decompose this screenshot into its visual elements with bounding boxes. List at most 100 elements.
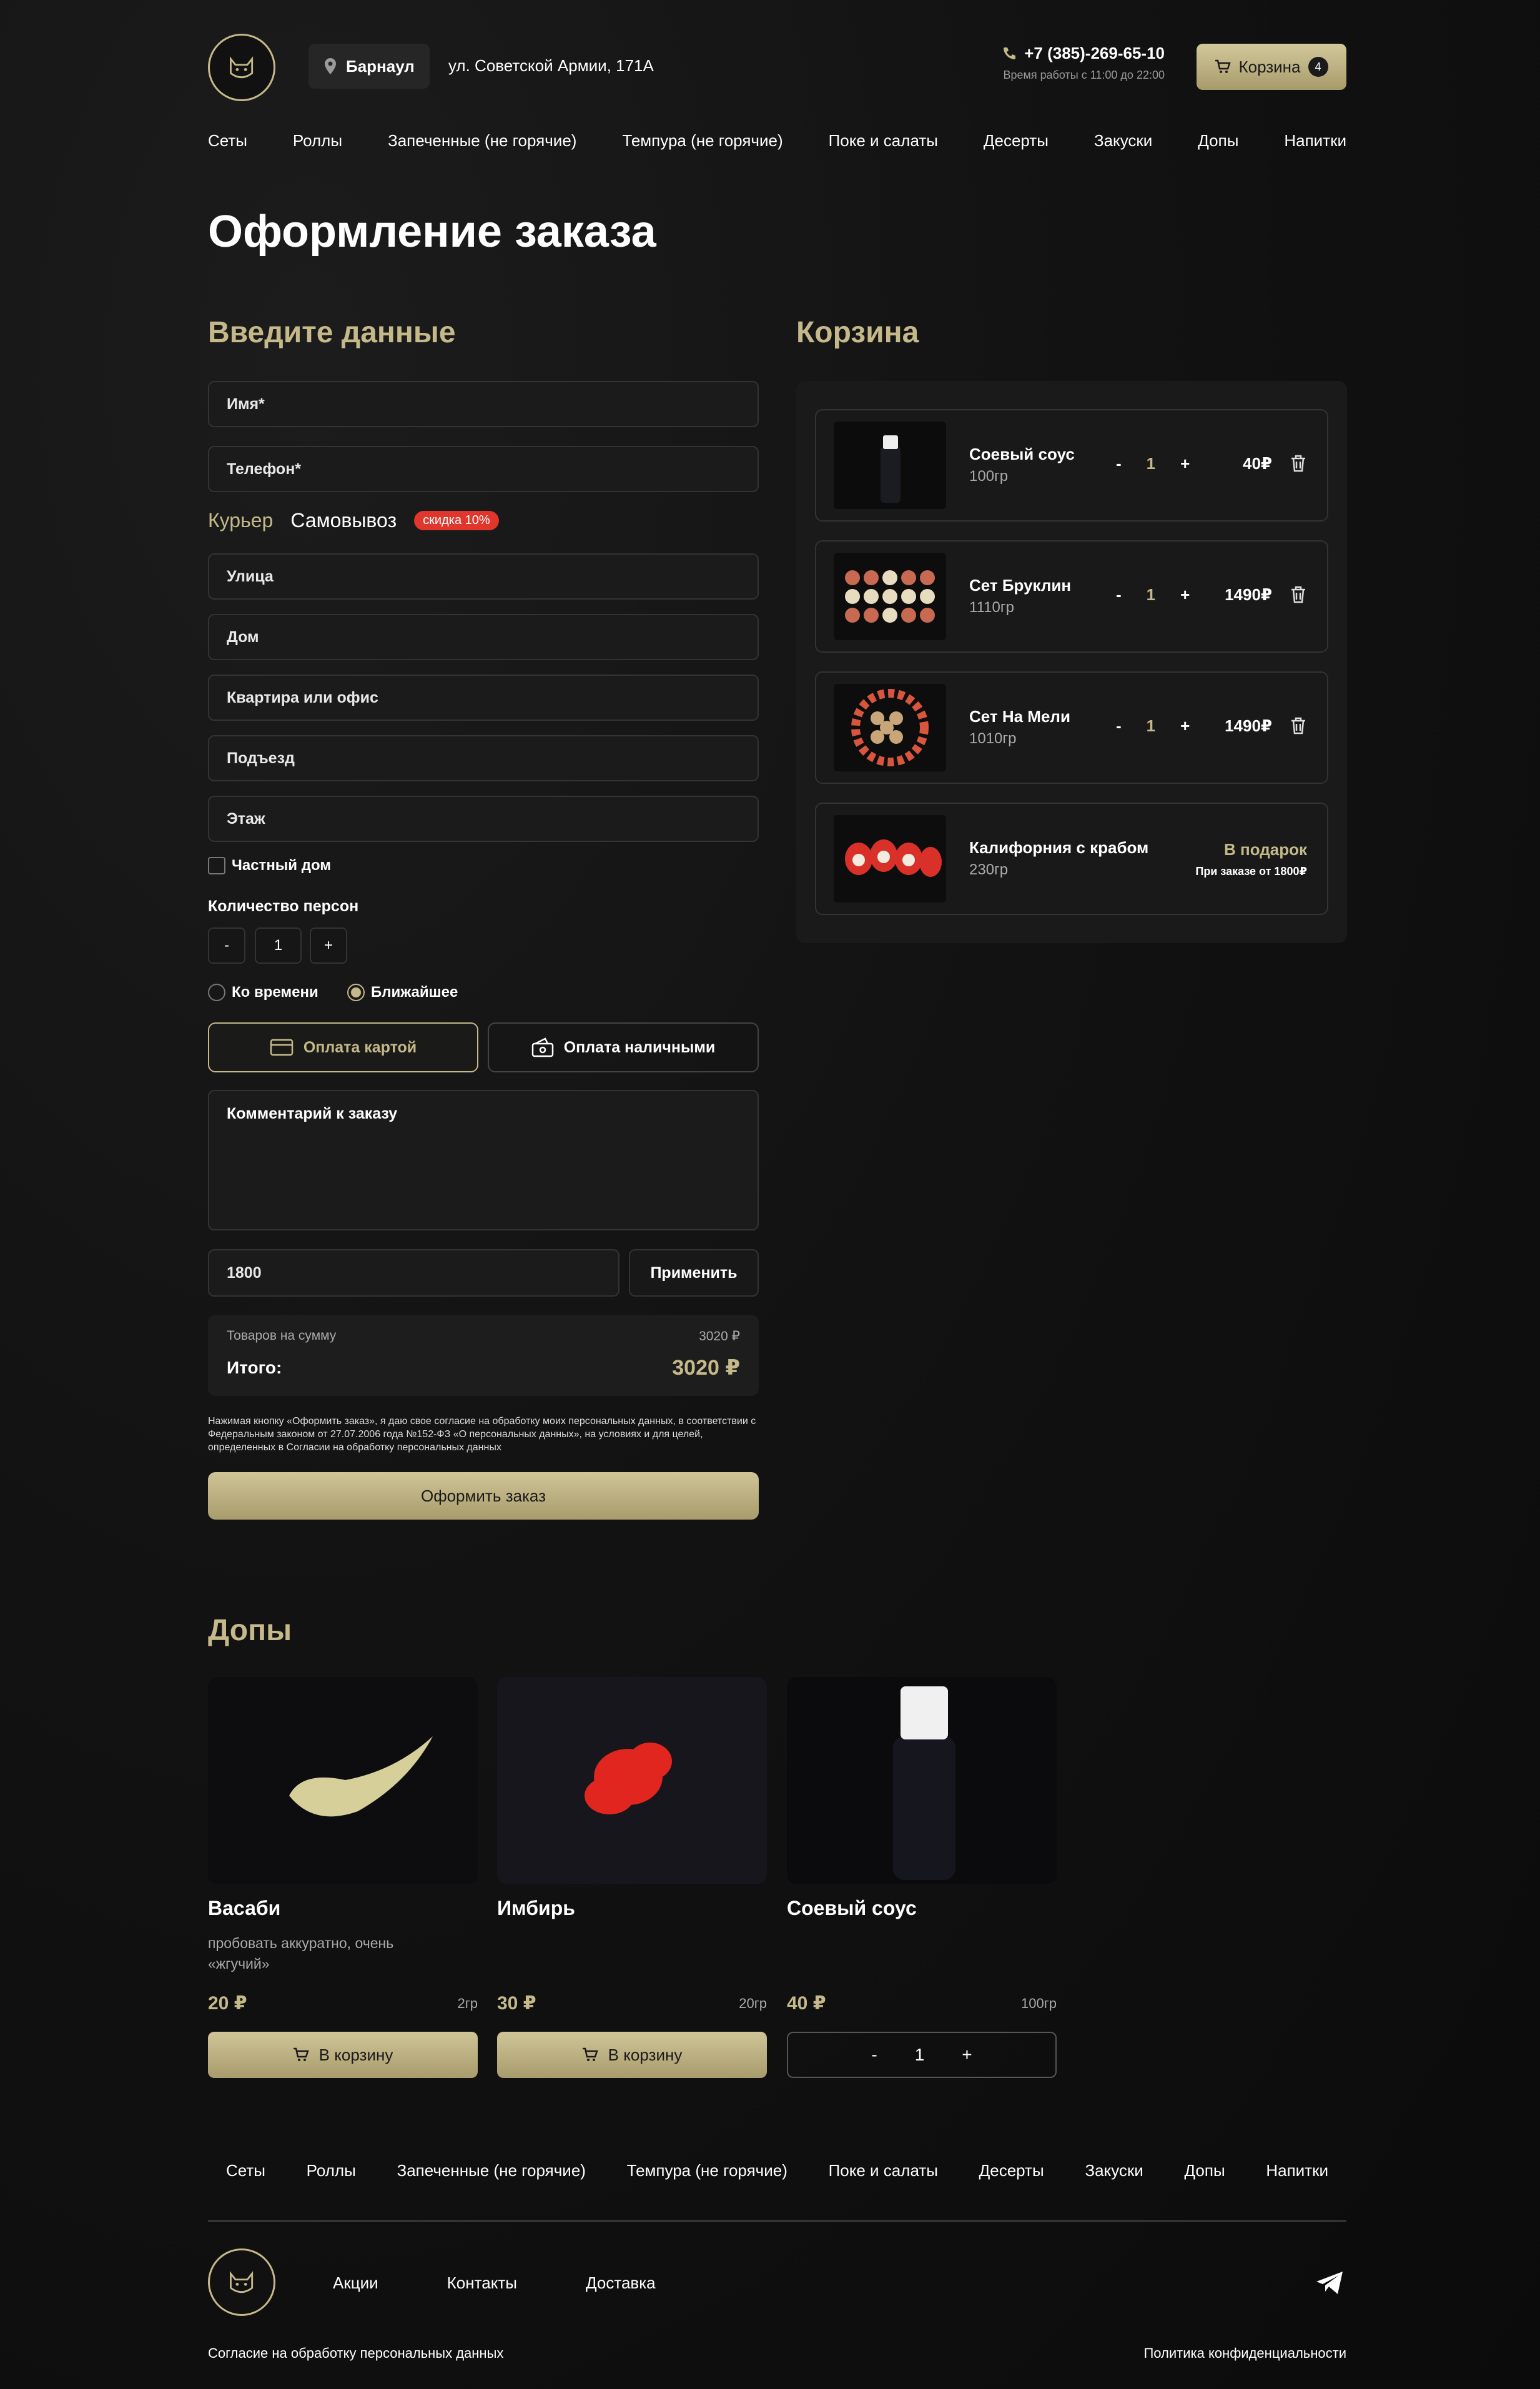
city-selector[interactable]: Барнаул: [308, 44, 430, 89]
add-to-cart-label: В корзину: [608, 2045, 683, 2064]
nav-item[interactable]: Десерты: [984, 131, 1049, 151]
product-image[interactable]: [787, 1677, 1057, 1884]
add-to-cart-button[interactable]: В корзину: [208, 2032, 478, 2078]
street-field[interactable]: Улица: [208, 553, 759, 600]
cart-item: Сет Бруклин 1110гр - 1 + 1490₽: [815, 540, 1328, 653]
product-qty-stepper: - 1 +: [787, 2032, 1057, 2078]
page-title: Оформление заказа: [208, 207, 656, 257]
footer-nav: Сеты Роллы Запеченные (не горячие) Темпу…: [226, 2161, 1328, 2180]
time-option-scheduled[interactable]: Ко времени: [208, 984, 318, 1001]
top-nav: Сеты Роллы Запеченные (не горячие) Темпу…: [208, 131, 1346, 151]
header-cart-button[interactable]: Корзина 4: [1197, 44, 1346, 90]
footer-nav-item[interactable]: Сеты: [226, 2161, 265, 2180]
floor-field[interactable]: Этаж: [208, 796, 759, 842]
name-field[interactable]: Имя*: [208, 381, 759, 427]
pay-cash-button[interactable]: Оплата наличными: [488, 1022, 759, 1072]
qty-minus-button[interactable]: -: [1116, 454, 1122, 473]
radio-button[interactable]: [208, 984, 225, 1001]
stepper-minus-button[interactable]: -: [871, 2045, 877, 2065]
nav-item[interactable]: Допы: [1198, 131, 1238, 151]
persons-label: Количество персон: [208, 898, 359, 915]
trash-icon[interactable]: [1290, 716, 1307, 735]
persons-plus-button[interactable]: +: [310, 927, 347, 964]
footer-logo[interactable]: [208, 2248, 275, 2316]
submit-order-button[interactable]: Оформить заказ: [208, 1472, 759, 1520]
nav-item[interactable]: Темпура (не горячие): [622, 131, 782, 151]
pay-card-button[interactable]: Оплата картой: [208, 1022, 478, 1072]
phone-number: +7 (385)-269-65-10: [1024, 44, 1165, 62]
qty-minus-button[interactable]: -: [1116, 585, 1122, 605]
logo[interactable]: [208, 34, 275, 101]
radio-label: Ко времени: [232, 984, 318, 1001]
ginger-image: [585, 1743, 672, 1814]
cart-icon: [582, 2047, 598, 2061]
qty-minus-button[interactable]: -: [1116, 716, 1122, 736]
stepper-plus-button[interactable]: +: [962, 2045, 972, 2065]
product-image[interactable]: [208, 1677, 478, 1884]
add-to-cart-button[interactable]: В корзину: [497, 2032, 767, 2078]
cart-item: Сет На Мели 1010гр - 1 + 1490₽: [815, 671, 1328, 784]
consent-link[interactable]: Согласие на обработку персональных данны…: [208, 2345, 503, 2362]
radio-button-selected[interactable]: [347, 984, 365, 1001]
footer-nav-item[interactable]: Темпура (не горячие): [627, 2161, 787, 2180]
cart-icon: [1215, 59, 1232, 73]
promo-field[interactable]: 1800: [208, 1249, 619, 1297]
house-field[interactable]: Дом: [208, 614, 759, 660]
qty-plus-button[interactable]: +: [1180, 716, 1190, 736]
trash-icon[interactable]: [1290, 585, 1307, 604]
checkbox-label: Частный дом: [232, 857, 332, 874]
product-image[interactable]: [497, 1677, 767, 1884]
time-option-asap[interactable]: Ближайшее: [347, 984, 458, 1001]
trash-icon[interactable]: [1290, 454, 1307, 473]
nav-item[interactable]: Поке и салаты: [829, 131, 938, 151]
apartment-field[interactable]: Квартира или офис: [208, 675, 759, 721]
entrance-field[interactable]: Подъезд: [208, 735, 759, 781]
item-qty-stepper: - 1 +: [1116, 585, 1190, 605]
form-heading: Введите данные: [208, 316, 456, 349]
checkbox-box[interactable]: [208, 857, 225, 874]
footer-nav-item[interactable]: Запеченные (не горячие): [397, 2161, 586, 2180]
persons-count[interactable]: 1: [255, 927, 302, 964]
footer-nav-item[interactable]: Напитки: [1266, 2161, 1328, 2180]
cart-item-gift: Калифорния с крабом 230гр В подарок При …: [815, 803, 1328, 915]
delivery-tabs: Курьер Самовывоз скидка 10%: [208, 509, 499, 532]
footer-nav-item[interactable]: Допы: [1185, 2161, 1225, 2180]
qty-value: 1: [1146, 454, 1156, 473]
persons-minus-button[interactable]: -: [208, 927, 245, 964]
legal-notice: Нажимая кнопку «Оформить заказ», я даю с…: [208, 1416, 756, 1453]
footer-nav-item[interactable]: Закуски: [1085, 2161, 1143, 2180]
tab-courier[interactable]: Курьер: [208, 509, 273, 532]
nav-item[interactable]: Запеченные (не горячие): [388, 131, 576, 151]
qty-plus-button[interactable]: +: [1180, 454, 1190, 473]
cart-label: Корзина: [1238, 57, 1301, 76]
nav-item[interactable]: Закуски: [1094, 131, 1152, 151]
item-name: Сет На Мели: [969, 707, 1070, 726]
nav-item[interactable]: Сеты: [208, 131, 247, 151]
cart-icon: [293, 2047, 309, 2061]
item-qty-stepper: - 1 +: [1116, 454, 1190, 473]
extras-heading: Допы: [208, 1614, 292, 1647]
qty-value: 1: [1146, 716, 1156, 735]
total-value: 3020 ₽: [672, 1356, 740, 1380]
comment-textarea[interactable]: Комментарий к заказу: [208, 1090, 759, 1230]
nav-item[interactable]: Напитки: [1284, 131, 1346, 151]
footer-divider: [208, 2220, 1346, 2222]
privacy-link[interactable]: Политика конфиденциальности: [1062, 2345, 1346, 2362]
footer-link-delivery[interactable]: Доставка: [586, 2273, 656, 2293]
phone-field[interactable]: Телефон*: [208, 446, 759, 492]
phone-link[interactable]: +7 (385)-269-65-10: [937, 44, 1165, 63]
qty-plus-button[interactable]: +: [1180, 585, 1190, 605]
footer-nav-item[interactable]: Поке и салаты: [829, 2161, 938, 2180]
apply-promo-button[interactable]: Применить: [629, 1249, 759, 1297]
private-house-checkbox[interactable]: Частный дом: [208, 857, 331, 874]
footer-link-contacts[interactable]: Контакты: [447, 2273, 517, 2293]
item-price: 40₽: [1242, 454, 1272, 473]
footer-nav-item[interactable]: Роллы: [307, 2161, 356, 2180]
footer-nav-item[interactable]: Десерты: [979, 2161, 1044, 2180]
product-name: Соевый соус: [787, 1897, 917, 1919]
telegram-icon[interactable]: [1315, 2270, 1345, 2295]
tab-pickup[interactable]: Самовывоз: [290, 509, 397, 532]
item-weight: 1110гр: [969, 599, 1014, 616]
footer-link-promotions[interactable]: Акции: [333, 2273, 378, 2293]
nav-item[interactable]: Роллы: [293, 131, 342, 151]
